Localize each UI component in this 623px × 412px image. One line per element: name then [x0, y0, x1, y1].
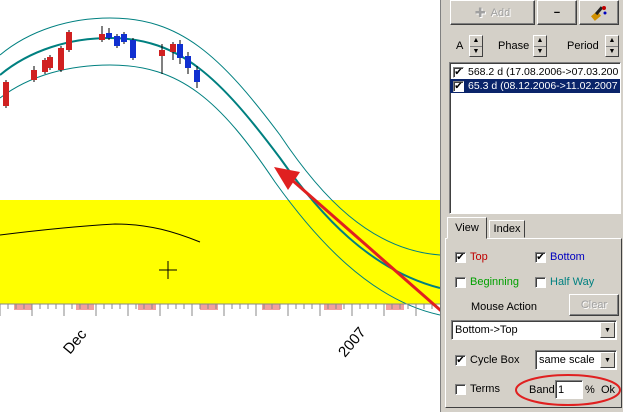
phase-spinner[interactable]: ▲ ▼: [533, 35, 547, 57]
color-button[interactable]: [579, 0, 619, 25]
cycle-item-label: 568.2 d (17.08.2006->07.03.200: [468, 66, 619, 78]
clear-button-label: Clear: [580, 299, 608, 311]
halfway-label: Half Way: [550, 276, 595, 288]
candle-body: [159, 50, 165, 56]
tab-view[interactable]: View: [447, 217, 487, 239]
cycle-list-item[interactable]: ✔ 65.3 d (08.12.2006->11.02.2007: [450, 79, 620, 93]
x-axis-tick: [200, 304, 218, 310]
candle-body: [121, 34, 127, 42]
tab-index[interactable]: Index: [489, 220, 525, 238]
candle-body: [3, 82, 9, 106]
tab-index-label: Index: [493, 223, 521, 235]
terms-check[interactable]: [455, 383, 466, 395]
x-axis-tick: [262, 304, 280, 310]
plus-icon: ✚: [474, 4, 486, 20]
halfway-check[interactable]: [535, 276, 546, 288]
terms-checkbox[interactable]: Terms: [455, 383, 500, 395]
terms-label: Terms: [470, 383, 500, 395]
cycle-item-check[interactable]: ✔: [453, 66, 464, 78]
cycle-box-label: Cycle Box: [470, 354, 520, 366]
bottom-check[interactable]: ✔: [535, 251, 546, 263]
cycle-item-check[interactable]: ✔: [453, 80, 464, 92]
cycle-box-checkbox[interactable]: ✔ Cycle Box: [455, 354, 520, 366]
add-button[interactable]: ✚ Add: [450, 0, 535, 25]
amplitude-spinner[interactable]: ▲ ▼: [469, 35, 483, 57]
remove-button[interactable]: −: [537, 0, 577, 25]
x-axis-tick: [138, 304, 156, 310]
candle-body: [47, 57, 53, 68]
candle-body: [99, 34, 105, 40]
beginning-checkbox[interactable]: Beginning: [455, 276, 519, 288]
candle-body: [194, 70, 200, 82]
top-checkbox[interactable]: ✔ Top: [455, 251, 488, 263]
phase-label: Phase: [498, 40, 530, 52]
add-button-label: Add: [490, 6, 511, 19]
top-label: Top: [470, 251, 488, 263]
candle-body: [177, 44, 183, 58]
x-axis-tick: [76, 304, 94, 310]
candle-body: [106, 33, 112, 38]
chevron-down-icon[interactable]: ▼: [600, 352, 615, 368]
cycle-panel: ✚ Add − A ▲ ▼ Phase ▲ ▼ Period ▲ ▼ ✔ 568.2 d…: [440, 0, 623, 412]
direction-select-value: Bottom->Top: [455, 324, 518, 336]
highlight-ellipse: [515, 374, 621, 406]
x-axis-tick: [324, 304, 342, 310]
halfway-checkbox[interactable]: Half Way: [535, 276, 594, 288]
period-spinner[interactable]: ▲ ▼: [605, 35, 619, 57]
mouse-action-label: Mouse Action: [471, 301, 538, 313]
bottom-checkbox[interactable]: ✔ Bottom: [535, 251, 585, 263]
x-axis-tick: [386, 304, 404, 310]
cycles-list[interactable]: ✔ 568.2 d (17.08.2006->07.03.200 ✔ 65.3 d (…: [449, 62, 621, 214]
candle-body: [114, 36, 120, 46]
x-axis-tick: [14, 304, 32, 310]
cycle-item-label: 65.3 d (08.12.2006->11.02.2007: [468, 80, 618, 92]
beginning-check[interactable]: [455, 276, 466, 288]
candle-body: [185, 56, 191, 68]
chevron-down-icon[interactable]: ▼: [600, 322, 615, 338]
candle-body: [130, 40, 136, 58]
candle-body: [31, 70, 37, 80]
period-label: Period: [567, 40, 599, 52]
amplitude-label: A: [456, 40, 464, 52]
remove-button-label: −: [553, 6, 561, 19]
cycle-list-item[interactable]: ✔ 568.2 d (17.08.2006->07.03.200: [450, 65, 620, 79]
candle-body: [66, 32, 72, 50]
cycle-chart[interactable]: Dec 2007: [0, 0, 440, 412]
scale-select-value: same scale: [539, 354, 595, 366]
bottom-label: Bottom: [550, 251, 585, 263]
beginning-label: Beginning: [470, 276, 519, 288]
candle-body: [170, 44, 176, 52]
candle-body: [58, 48, 64, 70]
direction-select[interactable]: Bottom->Top ▼: [451, 320, 617, 340]
clear-button[interactable]: Clear: [569, 294, 619, 316]
paintbrush-icon: [591, 5, 607, 21]
top-check[interactable]: ✔: [455, 251, 466, 263]
cycle-box-check[interactable]: ✔: [455, 354, 466, 366]
scale-select[interactable]: same scale ▼: [535, 350, 617, 370]
tab-view-label: View: [455, 222, 479, 234]
